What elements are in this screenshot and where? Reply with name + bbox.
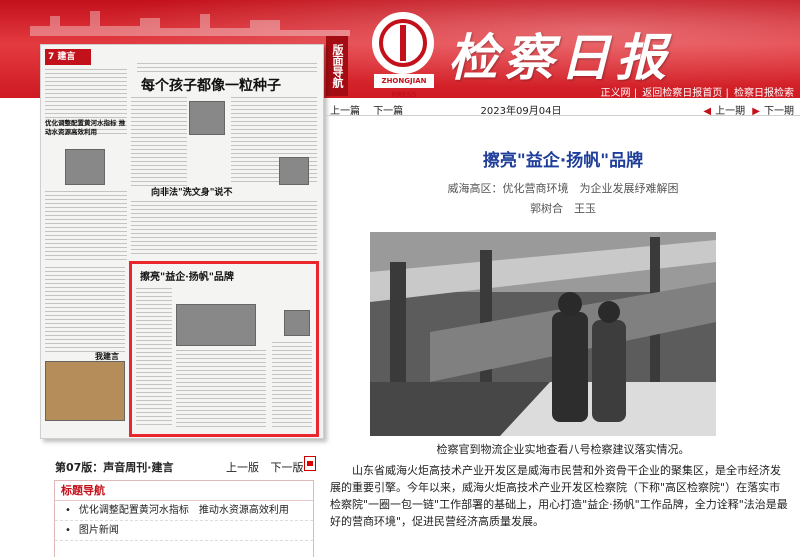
article-topbar: 上一篇 下一篇 2023年09月04日 ◀ 上一期 ▶ 下一期 [326, 100, 800, 117]
newspaper-page-thumbnail[interactable]: 7 建言 每个孩子都像一粒种子 优化调整配置黄河水指标 推动水资源高效利用 向非… [40, 44, 324, 439]
prev-page-link[interactable]: 上一版 [226, 461, 259, 474]
link-home[interactable]: 返回检察日报首页 [642, 88, 722, 98]
thumb-headline-left[interactable]: 优化调整配置黄河水指标 推动水资源高效利用 [45, 119, 129, 137]
thumb-headline-box[interactable]: 擦亮"益企·扬帆"品牌 [140, 268, 234, 283]
prev-article-link[interactable]: 上一篇 [330, 106, 360, 117]
link-zhengyi[interactable]: 正义网 [601, 88, 631, 98]
article-authors: 郭树合 王玉 [530, 202, 596, 215]
top-links: 正义网 | 返回检察日报首页 | 检察日报检索 [600, 88, 794, 98]
link-search[interactable]: 检察日报检索 [734, 88, 794, 98]
page-guide-tag[interactable]: 版面导航 [326, 36, 348, 96]
title-nav-item[interactable]: 优化调整配置黄河水指标 推动水资源高效利用 [55, 501, 313, 521]
prev-issue-link[interactable]: 上一期 [715, 106, 745, 117]
thumb-portrait-1 [65, 149, 105, 185]
thumb-headline-top[interactable]: 每个孩子都像一粒种子 [141, 75, 281, 95]
thumb-headline-mid[interactable]: 向非法"洗文身"说不 [151, 185, 232, 198]
next-article-link[interactable]: 下一篇 [373, 106, 403, 117]
next-issue-link[interactable]: 下一期 [764, 106, 794, 117]
masthead-title: 检察日报 [448, 28, 672, 87]
skyline-graphic [30, 11, 350, 36]
title-nav-item[interactable]: 图片新闻 [55, 521, 313, 541]
section-label: 7 建言 [45, 49, 91, 65]
title-nav-box: 标题导航 优化调整配置黄河水指标 推动水资源高效利用 图片新闻 [54, 480, 314, 557]
thumb-portrait-2 [189, 101, 225, 135]
next-page-link[interactable]: 下一版 [271, 461, 304, 474]
newspaper-logo [372, 12, 434, 74]
pdf-icon[interactable] [304, 456, 316, 471]
thumb-corner-label: 我建言 [95, 351, 119, 361]
page-label: 第07版：声音周刊·建言 [55, 461, 174, 474]
thumb-photo-group [45, 361, 125, 421]
issue-date: 2023年09月04日 [480, 106, 562, 117]
thumb-article-photo [176, 304, 256, 346]
article-body: 山东省威海火炬高技术产业开发区是威海市民营和外资骨干企业的聚集区，是全市经济发展… [330, 464, 788, 528]
highlighted-article-box[interactable]: 擦亮"益企·扬帆"品牌 [129, 261, 319, 437]
logo-tag: ZHONGJIAN PRESS [374, 74, 434, 98]
page-pager: 上一版 下一版 [218, 459, 304, 475]
title-nav-heading: 标题导航 [55, 481, 313, 501]
thumb-portrait-4 [284, 310, 310, 336]
prev-issue-arrow-icon: ◀ [703, 106, 712, 117]
article-subtitle: 威海高区：优化营商环境 为企业发展纾难解困 [447, 182, 679, 195]
next-issue-arrow-icon: ▶ [752, 106, 760, 117]
article-title: 擦亮"益企·扬帆"品牌 [482, 151, 644, 171]
thumb-portrait-3 [279, 157, 309, 185]
article-photo [370, 232, 716, 436]
photo-caption: 检察官到物流企业实地查看八号检察建议落实情况。 [436, 443, 690, 456]
